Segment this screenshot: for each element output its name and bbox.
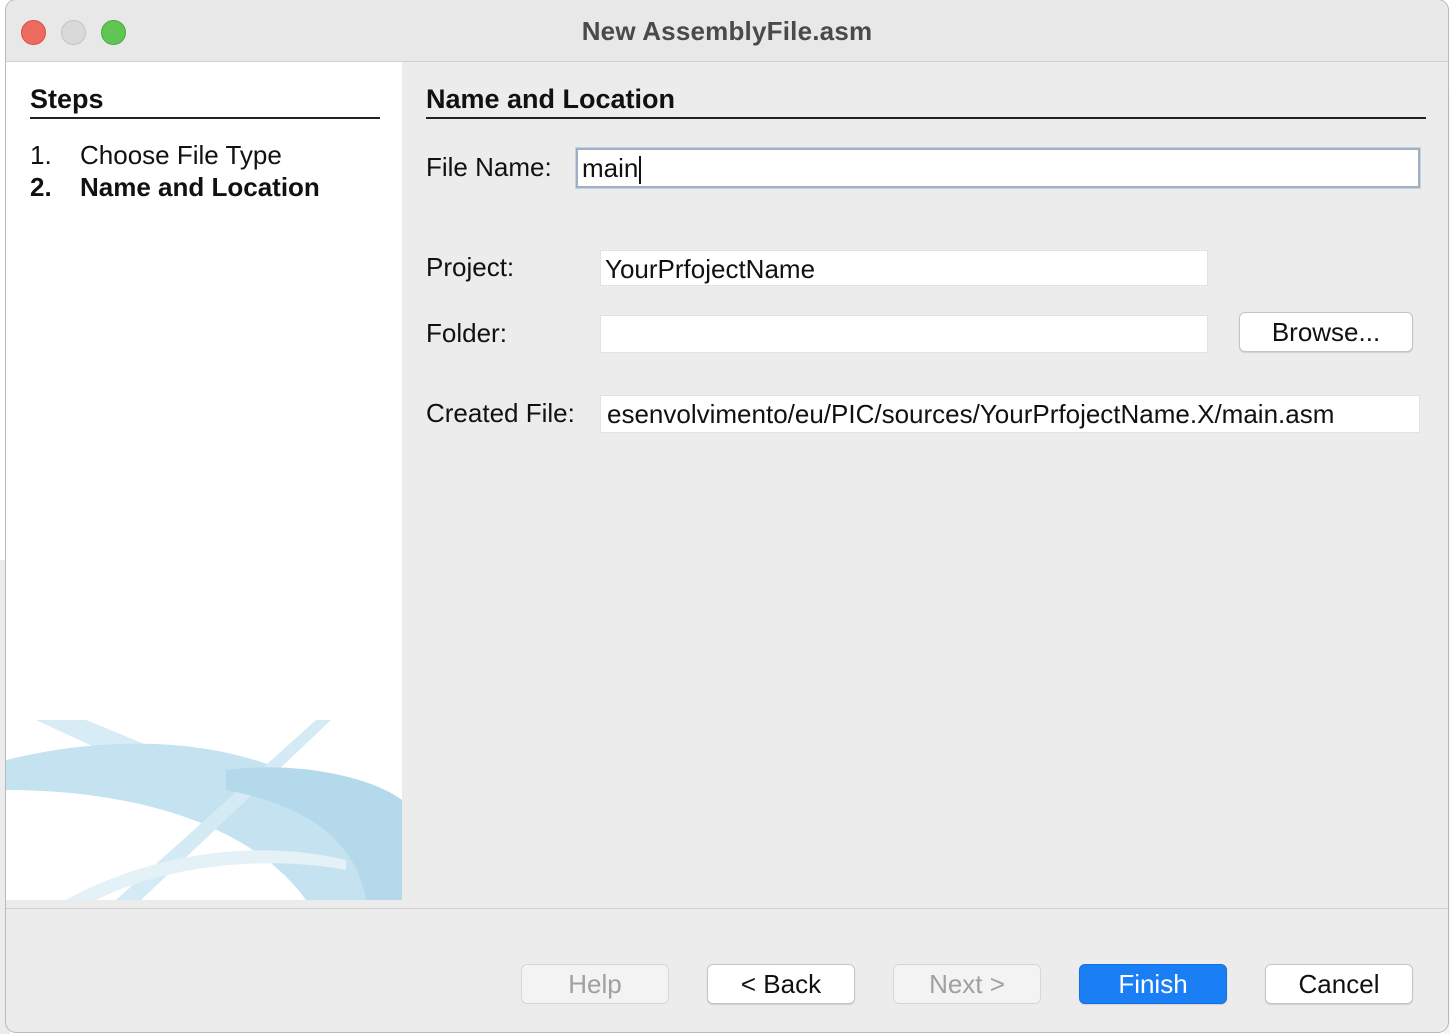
steps-panel: Steps 1. Choose File Type 2. Name and Loca… bbox=[6, 62, 402, 900]
help-button[interactable]: Help bbox=[521, 964, 669, 1004]
browse-button[interactable]: Browse... bbox=[1239, 312, 1413, 352]
file-name-value: main bbox=[582, 153, 639, 183]
step-number: 2. bbox=[30, 172, 52, 202]
finish-button[interactable]: Finish bbox=[1079, 964, 1227, 1004]
step-label: Choose File Type bbox=[80, 140, 282, 170]
file-name-label: File Name: bbox=[426, 152, 552, 182]
title-bar: New AssemblyFile.asm bbox=[6, 0, 1448, 62]
step-label: Name and Location bbox=[80, 172, 320, 202]
created-file-label: Created File: bbox=[426, 398, 575, 428]
cancel-button[interactable]: Cancel bbox=[1265, 964, 1413, 1004]
step-name-and-location: 2. Name and Location bbox=[30, 172, 320, 203]
wizard-decoration-graphic bbox=[6, 720, 402, 900]
back-button[interactable]: < Back bbox=[707, 964, 855, 1004]
content-panel: Name and Location File Name: main Projec… bbox=[402, 62, 1448, 900]
file-name-field[interactable]: main bbox=[576, 148, 1420, 188]
step-number: 1. bbox=[30, 140, 52, 170]
folder-label: Folder: bbox=[426, 318, 507, 348]
steps-heading: Steps bbox=[30, 84, 380, 119]
folder-field[interactable] bbox=[600, 315, 1208, 353]
panel-heading: Name and Location bbox=[426, 84, 1426, 119]
created-file-field: esenvolvimento/eu/PIC/sources/YourPrfoje… bbox=[600, 395, 1420, 433]
step-choose-file-type: 1. Choose File Type bbox=[30, 140, 282, 171]
text-caret bbox=[639, 156, 642, 185]
project-label: Project: bbox=[426, 252, 515, 282]
new-file-dialog: New AssemblyFile.asm Steps 1. Choose File… bbox=[6, 0, 1448, 1032]
window-title: New AssemblyFile.asm bbox=[581, 16, 873, 46]
next-button[interactable]: Next > bbox=[893, 964, 1041, 1004]
footer-separator bbox=[6, 908, 1448, 909]
project-field: YourPrfojectName bbox=[600, 250, 1208, 286]
